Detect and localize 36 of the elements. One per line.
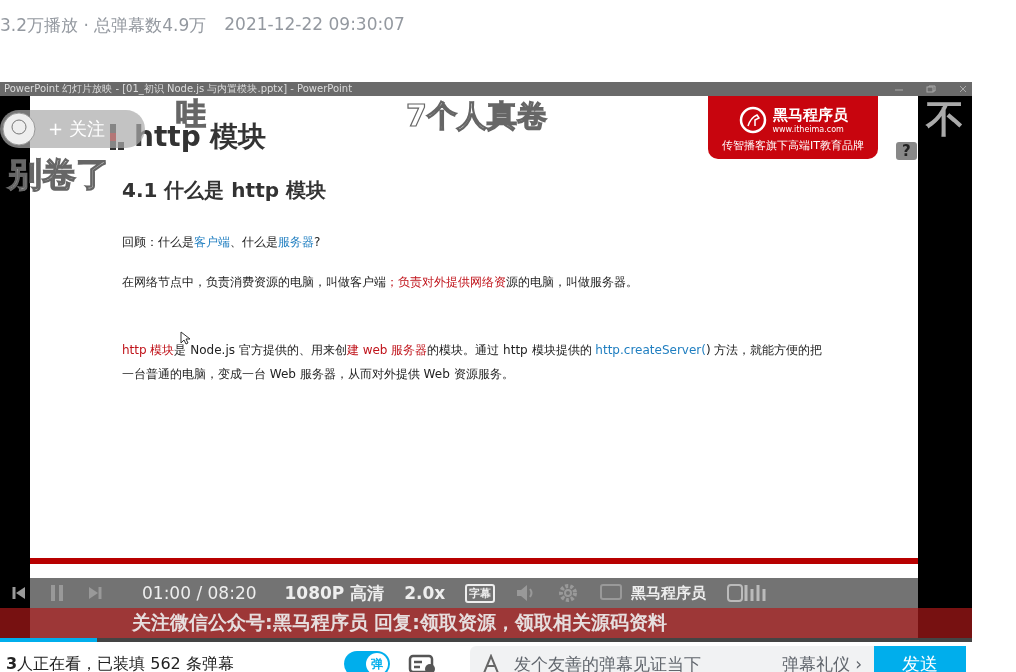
slide-paragraph: 在网络节点中，负责消费资源的电脑，叫做客户端；负责对外提供网络资源的电脑，叫做服务器。 (122, 274, 639, 291)
progress-fill[interactable] (0, 638, 98, 642)
logo-tagline: 传智播客旗下高端IT教育品牌 (722, 138, 864, 153)
promo-banner: 关注微信公众号:黑马程序员 回复:领取资源，领取相关源码资料 (0, 608, 972, 638)
window-title: PowerPoint 幻灯片放映 - [01_初识 Node.js 与内置模块.pptx] - PowerPoint (4, 82, 353, 96)
logo-name: 黑马程序员 (772, 106, 848, 125)
danmaku-comment: 不 (926, 96, 964, 143)
logo-url: www.itheima.com (772, 125, 845, 134)
slide-paragraph: http 模块是 Node.js 官方提供的、用来创建 web 服务器的模块。通过 http 模块提供的 http.createServer() 方法，就能方便的把一台普通的电脑，变成一台 Web 服务器，从而对外提供 Web 资源服务。 (122, 342, 824, 383)
quality-button[interactable]: 1080P 高清 (284, 581, 385, 605)
close-icon[interactable] (958, 85, 968, 93)
previous-icon[interactable] (10, 584, 28, 602)
font-icon[interactable] (482, 654, 500, 672)
danmaku-settings-icon[interactable] (408, 653, 438, 672)
pause-icon[interactable] (48, 583, 66, 603)
slide-paragraph: 回顾：什么是客户端、什么是服务器? (122, 234, 322, 251)
speed-button[interactable]: 2.0x (404, 583, 446, 603)
etiquette-link[interactable]: 弹幕礼仪 › (781, 652, 862, 672)
settings-icon[interactable] (557, 582, 580, 604)
subtitle-button[interactable]: 字幕 (465, 583, 496, 603)
publish-date: 2021-12-22 09:30:07 (224, 14, 405, 34)
playback-time: 01:00 / 08:20 (142, 583, 257, 603)
danmaku-comment: 7个人真卷 (406, 97, 547, 135)
restore-icon[interactable] (926, 85, 936, 93)
danmaku-toggle[interactable]: 弹 (344, 651, 390, 672)
slide-subheading: 4.1 什么是 http 模块 (122, 177, 327, 204)
help-badge[interactable]: ? (896, 142, 917, 160)
next-icon[interactable] (86, 584, 104, 602)
danmaku-input-field[interactable]: 发个友善的弹幕见证当下 弹幕礼仪 › (470, 646, 874, 672)
send-button[interactable]: 发送 (874, 646, 966, 672)
mouse-cursor-icon (180, 331, 190, 345)
avatar-icon (2, 112, 36, 146)
viewer-count: 3人正在看，已装填 562 条弹幕 (6, 653, 235, 672)
video-stats: 3.2万播放 · 总弹幕数4.9万 (0, 14, 207, 37)
screen-icon[interactable] (599, 583, 624, 603)
channel-watermark: 黑马程序员 (631, 583, 707, 603)
